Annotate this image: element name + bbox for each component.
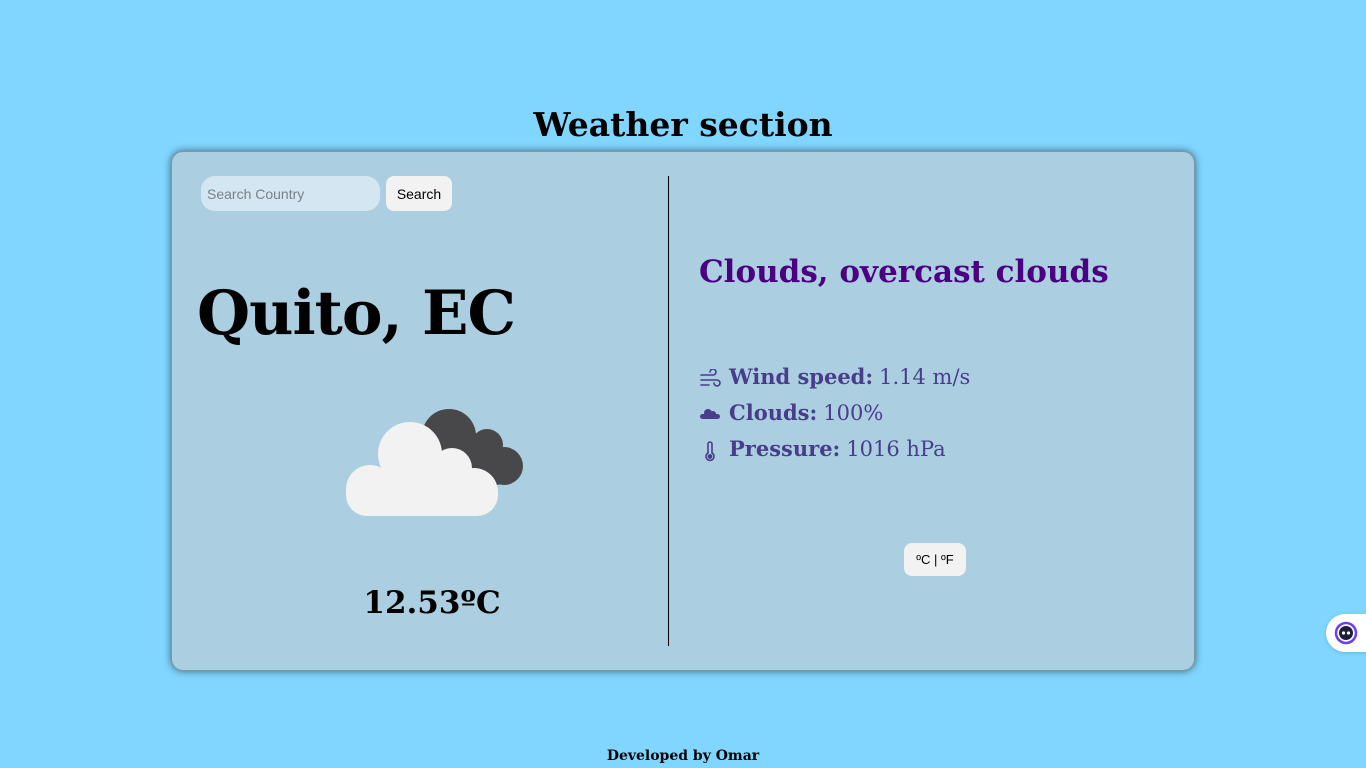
detail-pressure: Pressure: 1016 hPa	[699, 431, 970, 467]
weather-description: Clouds, overcast clouds	[699, 254, 1109, 290]
divider	[668, 176, 669, 646]
unit-toggle-button[interactable]: ºC | ºF	[904, 543, 966, 576]
detail-label: Pressure:	[729, 436, 841, 461]
assistant-icon	[1334, 621, 1358, 645]
search-input[interactable]	[201, 176, 380, 211]
detail-clouds: Clouds: 100%	[699, 395, 970, 431]
page-title: Weather section	[533, 105, 833, 144]
weather-details: Wind speed: 1.14 m/s Clouds: 100% Pressu…	[699, 359, 970, 467]
footer-credit: Developed by Omar	[606, 748, 760, 764]
thermometer-icon	[699, 438, 721, 462]
assistant-widget-button[interactable]	[1326, 614, 1366, 652]
detail-label: Wind speed:	[729, 364, 874, 389]
temperature: 12.53ºC	[363, 585, 501, 621]
detail-value: 1.14 m/s	[879, 365, 971, 389]
detail-label: Clouds:	[729, 400, 818, 425]
wind-icon	[699, 366, 721, 388]
cloud-icon	[699, 402, 721, 424]
city-name: Quito, EC	[197, 278, 516, 349]
detail-wind-speed: Wind speed: 1.14 m/s	[699, 359, 970, 395]
search-button[interactable]: Search	[386, 176, 452, 211]
detail-value: 1016 hPa	[846, 437, 946, 461]
overcast-clouds-icon	[340, 398, 530, 524]
weather-card: Search Quito, EC 12.53ºC Clouds, overc	[171, 151, 1195, 671]
detail-value: 100%	[823, 401, 884, 425]
